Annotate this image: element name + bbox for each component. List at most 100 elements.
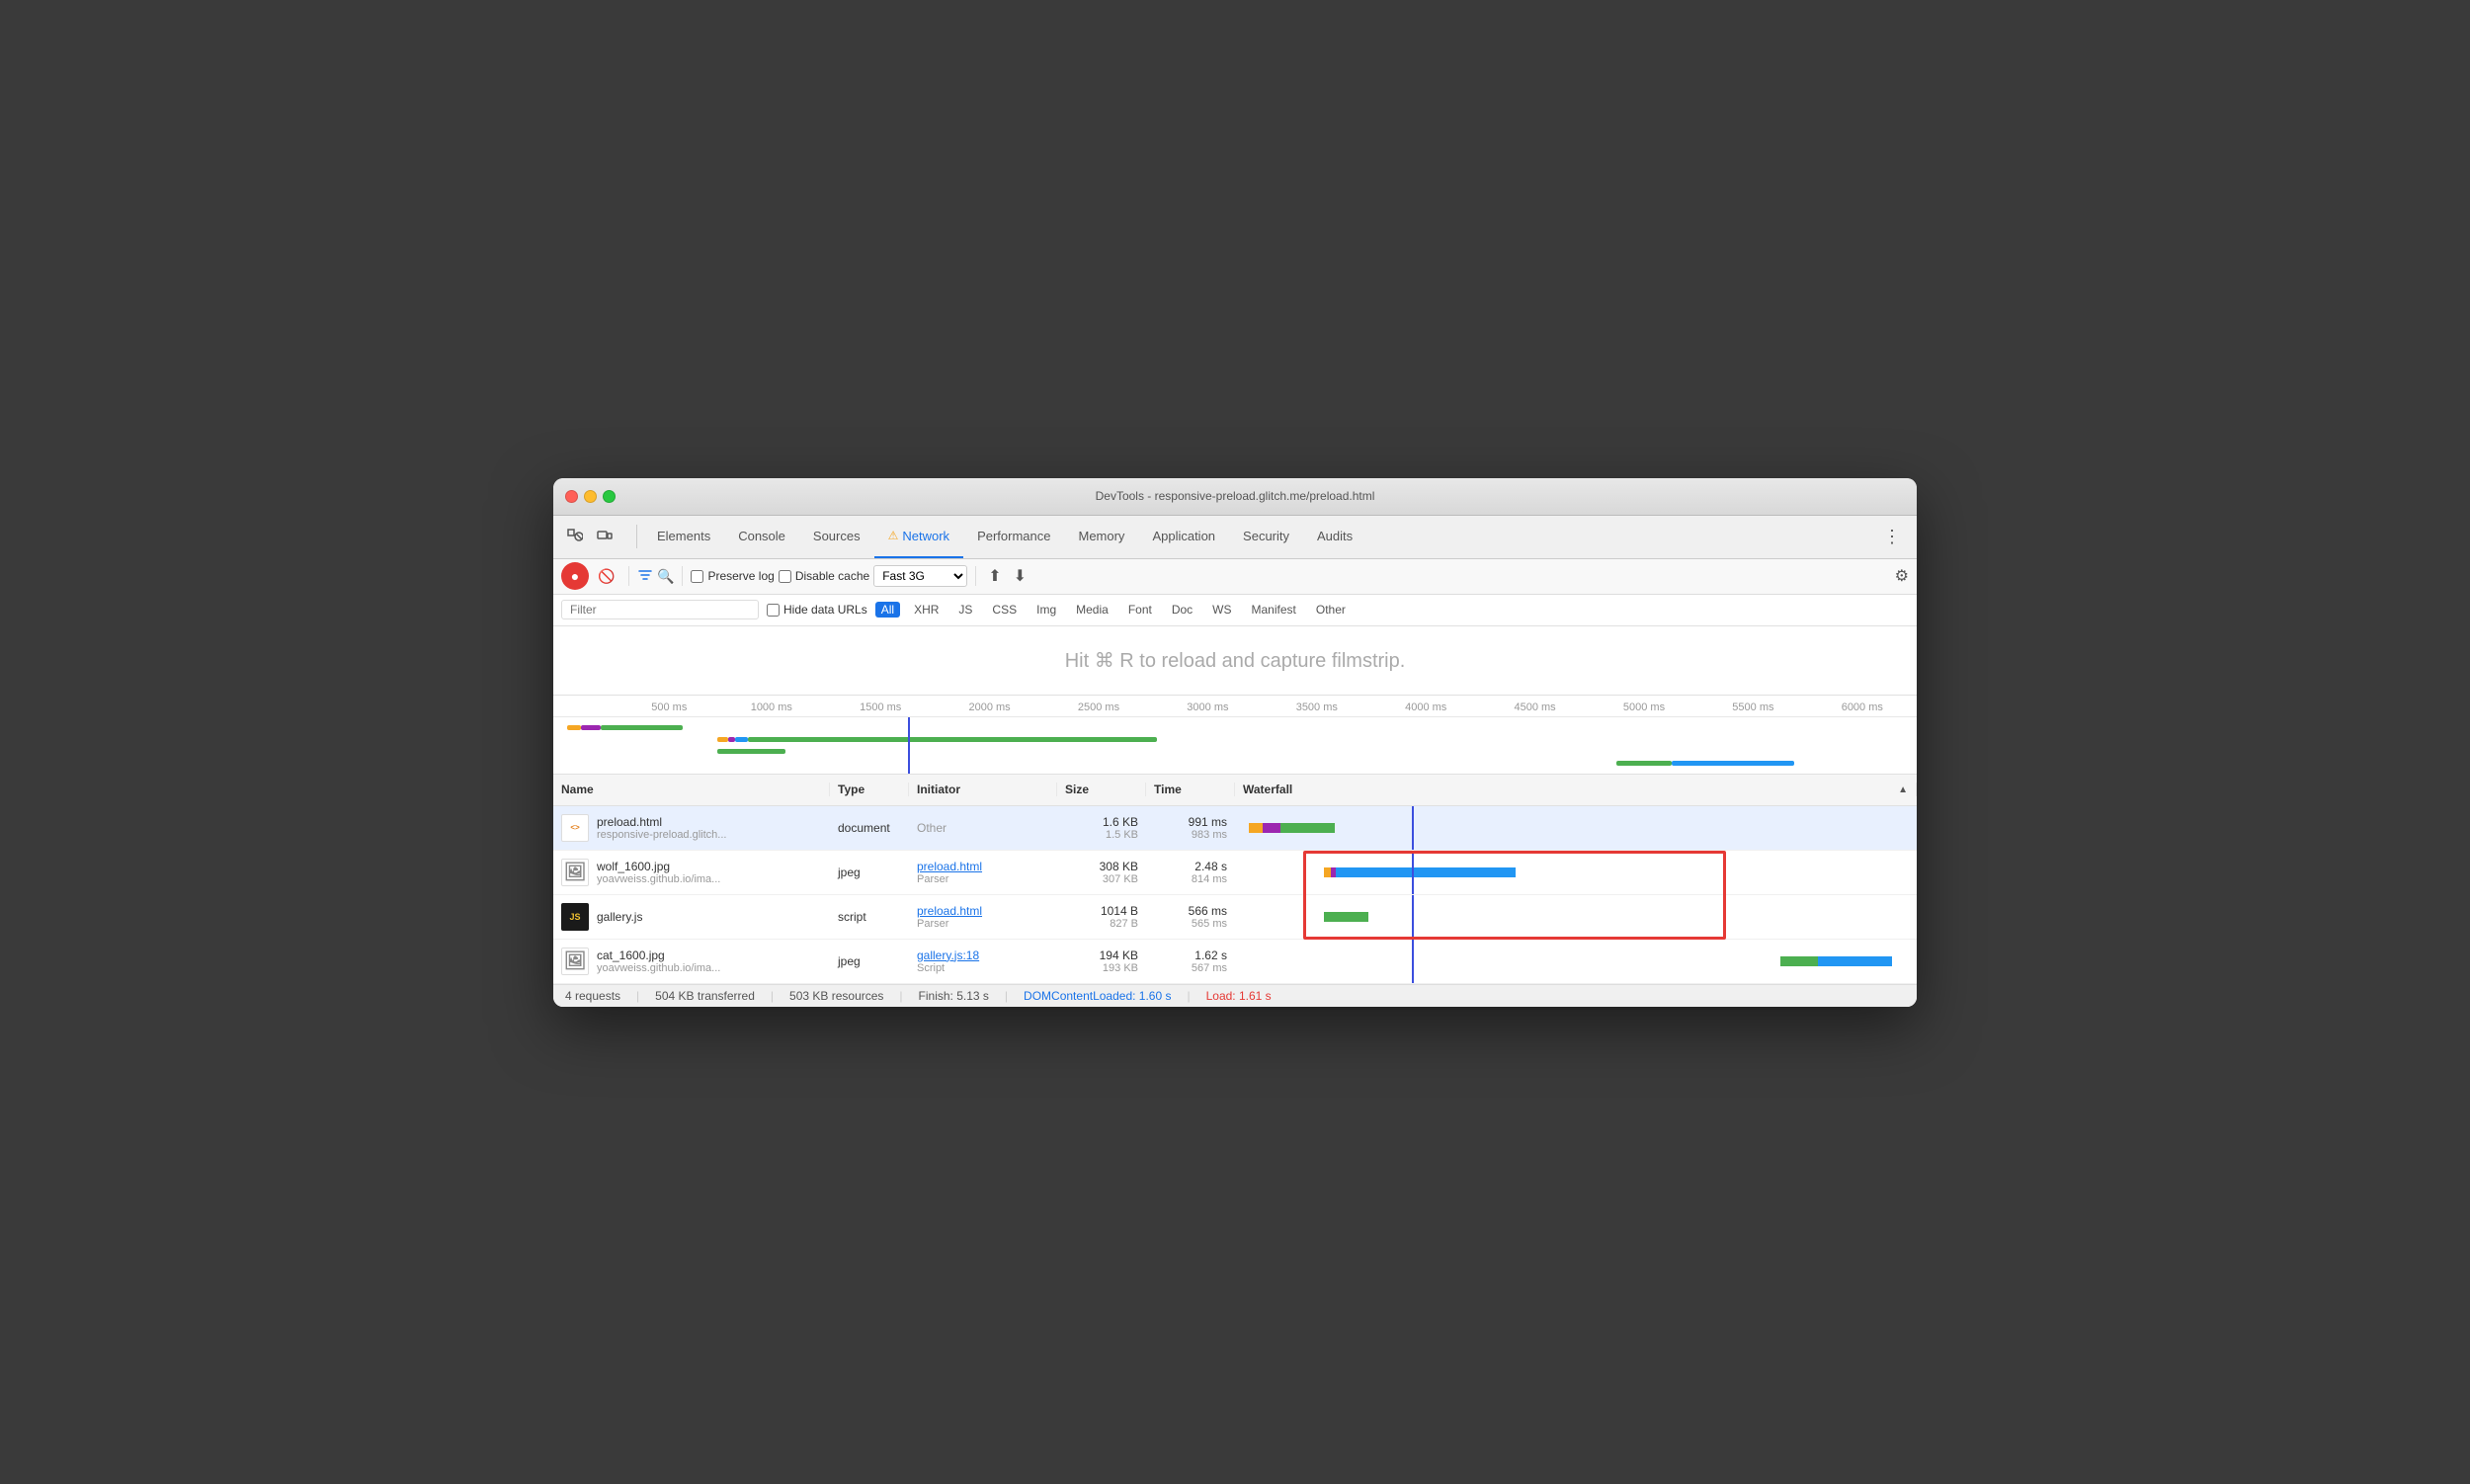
col-waterfall: Waterfall ▲ <box>1235 783 1917 796</box>
filter-doc[interactable]: Doc <box>1166 602 1198 618</box>
filter-manifest[interactable]: Manifest <box>1246 602 1302 618</box>
timeline-ruler: 500 ms 1000 ms 1500 ms 2000 ms 2500 ms 3… <box>553 696 1917 717</box>
size-resource: 193 KB <box>1103 962 1138 974</box>
filter-all[interactable]: All <box>875 602 900 618</box>
filter-font[interactable]: Font <box>1122 602 1158 618</box>
tl-bar-cat-dl <box>1672 761 1794 766</box>
settings-icon[interactable]: ⚙ <box>1895 566 1909 586</box>
filter-xhr[interactable]: XHR <box>908 602 945 618</box>
initiator-link[interactable]: gallery.js:18 <box>917 948 1049 962</box>
tab-console[interactable]: Console <box>724 515 799 558</box>
filter-js[interactable]: JS <box>952 602 978 618</box>
tab-sources[interactable]: Sources <box>799 515 874 558</box>
hide-data-urls-group[interactable]: Hide data URLs <box>767 603 867 617</box>
warning-icon: ⚠ <box>888 529 899 542</box>
tl-bar-html-ssl <box>581 725 602 730</box>
maximize-button[interactable] <box>603 490 616 503</box>
col-initiator: Initiator <box>909 783 1057 796</box>
initiator-type: Script <box>917 962 1049 974</box>
resources-size: 503 KB resources <box>789 989 883 1003</box>
size-transferred: 1.6 KB <box>1103 815 1138 829</box>
file-name: wolf_1600.jpg <box>597 860 720 873</box>
tl-bar-wolf-ttfb <box>735 737 749 742</box>
time-total: 991 ms <box>1189 815 1227 829</box>
export-har-button[interactable]: ⬇ <box>1010 566 1030 586</box>
device-toggle-icon[interactable] <box>591 523 618 550</box>
name-info: preload.html responsive-preload.glitch..… <box>597 815 726 841</box>
load-time: Load: 1.61 s <box>1206 989 1272 1003</box>
name-cell: JS gallery.js <box>553 903 830 931</box>
network-toolbar: ● 🚫 🔍 Preserve log Disable cache Fast 3G… <box>553 559 1917 595</box>
network-table: Name Type Initiator Size Time Waterfall … <box>553 775 1917 984</box>
time-cell: 991 ms 983 ms <box>1146 815 1235 841</box>
disable-cache-group[interactable]: Disable cache <box>779 569 869 583</box>
initiator-cell: preload.html Parser <box>909 860 1057 885</box>
minimize-button[interactable] <box>584 490 597 503</box>
table-row[interactable]: JS gallery.js script preload.html Parser… <box>553 895 1917 940</box>
table-row[interactable]: <> preload.html responsive-preload.glitc… <box>553 806 1917 851</box>
initiator-type: Parser <box>917 873 1049 885</box>
timeline-cursor <box>908 717 910 775</box>
tl-bar-html-ttfb <box>601 725 683 730</box>
file-icon-js: JS <box>561 903 589 931</box>
tab-elements[interactable]: Elements <box>643 515 724 558</box>
size-cell: 1014 B 827 B <box>1057 904 1146 930</box>
name-cell: 🖼 wolf_1600.jpg yoavweiss.github.io/ima.… <box>553 859 830 886</box>
finish-time: Finish: 5.13 s <box>919 989 989 1003</box>
more-tabs-button[interactable]: ⋮ <box>1875 527 1909 547</box>
tab-application[interactable]: Application <box>1138 515 1229 558</box>
wf-seg-dns <box>1324 867 1331 877</box>
record-button[interactable]: ● <box>561 562 589 590</box>
filter-other[interactable]: Other <box>1310 602 1352 618</box>
initiator-link[interactable]: preload.html <box>917 904 1049 918</box>
close-button[interactable] <box>565 490 578 503</box>
size-cell: 308 KB 307 KB <box>1057 860 1146 885</box>
import-har-button[interactable]: ⬆ <box>984 566 1005 586</box>
wf-bars <box>1324 912 1368 922</box>
tab-audits[interactable]: Audits <box>1303 515 1366 558</box>
clear-button[interactable]: 🚫 <box>593 562 620 590</box>
tab-network[interactable]: ⚠ Network <box>874 515 963 558</box>
file-name: preload.html <box>597 815 726 829</box>
size-resource: 1.5 KB <box>1106 829 1138 841</box>
disable-cache-checkbox[interactable] <box>779 570 791 583</box>
table-row[interactable]: 🖼 cat_1600.jpg yoavweiss.github.io/ima..… <box>553 940 1917 984</box>
filter-img[interactable]: Img <box>1030 602 1062 618</box>
filmstrip-message: Hit ⌘ R to reload and capture filmstrip. <box>553 626 1917 696</box>
tab-bar: Elements Console Sources ⚠ Network Perfo… <box>553 516 1917 559</box>
initiator-link[interactable]: preload.html <box>917 860 1049 873</box>
col-name: Name <box>553 783 830 796</box>
name-cell: 🖼 cat_1600.jpg yoavweiss.github.io/ima..… <box>553 948 830 975</box>
inspect-element-icon[interactable] <box>561 523 589 550</box>
table-row[interactable]: 🖼 wolf_1600.jpg yoavweiss.github.io/ima.… <box>553 851 1917 895</box>
search-icon[interactable]: 🔍 <box>657 568 674 585</box>
preserve-log-group[interactable]: Preserve log <box>691 569 774 583</box>
wf-cursor <box>1412 895 1414 939</box>
window-title: DevTools - responsive-preload.glitch.me/… <box>1096 489 1375 503</box>
file-url: responsive-preload.glitch... <box>597 829 726 841</box>
tab-memory[interactable]: Memory <box>1064 515 1138 558</box>
wf-seg-ttfb <box>1336 867 1348 877</box>
filter-css[interactable]: CSS <box>986 602 1023 618</box>
file-name: gallery.js <box>597 910 642 924</box>
time-total: 1.62 s <box>1194 948 1227 962</box>
initiator-text: Other <box>917 821 1049 835</box>
ruler-1500: 1500 ms <box>860 701 901 713</box>
waterfall-sort-icon[interactable]: ▲ <box>1898 784 1908 795</box>
tab-performance[interactable]: Performance <box>963 515 1064 558</box>
filter-icon[interactable] <box>637 567 653 586</box>
hide-data-urls-checkbox[interactable] <box>767 604 780 617</box>
time-latency: 567 ms <box>1192 962 1227 974</box>
filter-input[interactable] <box>561 600 759 619</box>
filter-ws[interactable]: WS <box>1206 602 1237 618</box>
filter-media[interactable]: Media <box>1070 602 1114 618</box>
tl-bar-cat-ttfb <box>1616 761 1671 766</box>
throttle-select[interactable]: Fast 3G No throttling Slow 3G Offline <box>873 565 967 587</box>
file-url: yoavweiss.github.io/ima... <box>597 873 720 885</box>
col-time: Time <box>1146 783 1235 796</box>
preserve-log-checkbox[interactable] <box>691 570 703 583</box>
col-size: Size <box>1057 783 1146 796</box>
tab-security[interactable]: Security <box>1229 515 1303 558</box>
size-cell: 194 KB 193 KB <box>1057 948 1146 974</box>
wf-seg-dl <box>1348 867 1516 877</box>
